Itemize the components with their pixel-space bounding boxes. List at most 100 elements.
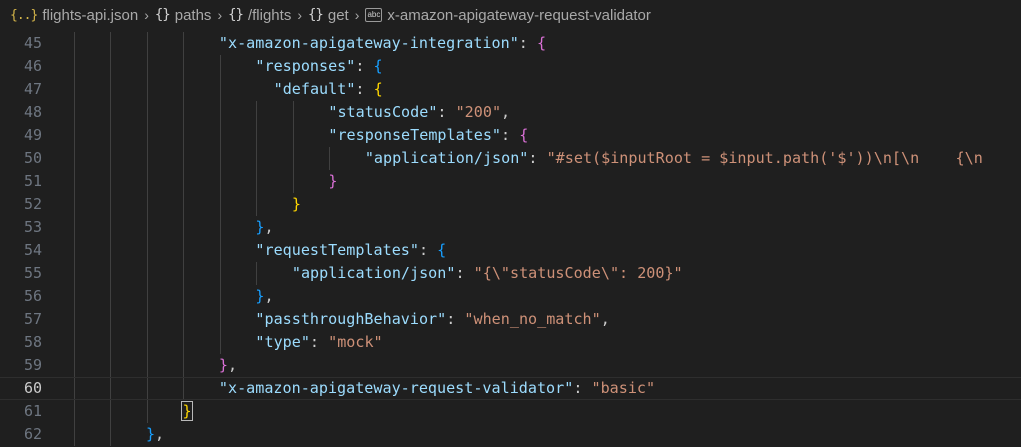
json-string: "200" (455, 103, 502, 121)
code-line[interactable]: 58 "type": "mock" (0, 331, 1021, 354)
line-number: 58 (23, 333, 42, 351)
punctuation: : (446, 310, 465, 328)
code-text: "responses": { (255, 55, 382, 78)
code-line[interactable]: 48 "statusCode": "200", (0, 101, 1021, 124)
punctuation: : (455, 264, 474, 282)
breadcrumb-item[interactable]: {..} flights-api.json (10, 7, 138, 24)
punctuation: : (309, 333, 329, 351)
json-key: "passthroughBehavior" (255, 310, 447, 328)
json-string: "mock" (328, 333, 383, 351)
punctuation: : (355, 80, 374, 98)
punctuation: , (501, 103, 511, 121)
breadcrumb-item[interactable]: {} get (308, 7, 349, 24)
code-line[interactable]: 49 "responseTemplates": { (0, 124, 1021, 147)
line-number: 45 (23, 34, 42, 52)
breadcrumb-item[interactable]: {}/flights (228, 7, 291, 24)
breadcrumb-item[interactable]: abc x-amazon-apigateway-request-validator (365, 6, 651, 24)
code-line[interactable]: 50 "application/json": "#set($inputRoot =… (0, 147, 1021, 170)
json-key: "default" (273, 80, 356, 98)
bracket: } (291, 195, 301, 213)
code-line[interactable]: 57 "passthroughBehavior": "when_no_match"… (0, 308, 1021, 331)
breadcrumb-separator-icon: › (144, 7, 149, 23)
breadcrumb-separator-icon: › (217, 7, 223, 23)
code-line[interactable]: 60 "x-amazon-apigateway-request-validator… (0, 377, 1021, 400)
code-line[interactable]: 52} (0, 193, 1021, 216)
code-line[interactable]: 54 "requestTemplates": { (0, 239, 1021, 262)
line-number: 47 (23, 80, 42, 98)
code-line[interactable]: 55 "application/json": "{\"statusCode\": … (0, 262, 1021, 285)
bracket: } (328, 172, 338, 190)
punctuation: , (155, 425, 165, 443)
code-text: }, (255, 216, 273, 239)
json-string: "#set($inputRoot = $input.path('$'))\n[\… (546, 149, 983, 167)
line-number: 48 (23, 103, 42, 121)
breadcrumb-item[interactable]: {} paths (155, 7, 212, 24)
code-text: } (181, 400, 193, 423)
json-string: "basic" (591, 379, 656, 397)
code-line[interactable]: 61} (0, 400, 1021, 423)
code-text: "requestTemplates": { (255, 239, 446, 262)
json-key: "requestTemplates" (255, 241, 419, 259)
line-number: 54 (23, 241, 42, 259)
code-text: "type": "mock" (255, 331, 382, 354)
code-text: "passthroughBehavior": "when_no_match", (255, 308, 609, 331)
bracket: { (437, 241, 447, 259)
breadcrumb-label: flights-api.json (42, 6, 139, 24)
json-string: "{\"statusCode\": 200}" (473, 264, 683, 282)
punctuation: , (600, 310, 610, 328)
string-icon: abc (365, 8, 383, 22)
line-number: 55 (23, 264, 42, 282)
bracket: { (536, 34, 547, 52)
line-number: 56 (23, 287, 42, 305)
json-string: "when_no_match" (464, 310, 601, 328)
json-key: "type" (255, 333, 310, 351)
bracket: } (218, 356, 228, 374)
code-line[interactable]: 62}, (0, 423, 1021, 446)
json-key: "statusCode" (328, 103, 438, 121)
code-text: }, (146, 423, 164, 446)
punctuation: : (501, 126, 520, 144)
code-line[interactable]: 45 "x-amazon-apigateway-integration": { (0, 32, 1021, 55)
bracket: } (145, 425, 156, 443)
breadcrumb-label: paths (174, 6, 212, 24)
code-line[interactable]: 51} (0, 170, 1021, 193)
code-text: "default": { (274, 78, 383, 101)
breadcrumb-label: x-amazon-apigateway-request-validator (387, 6, 651, 24)
code-editor[interactable]: 45 "x-amazon-apigateway-integration": {46… (0, 32, 1021, 447)
code-text: "application/json": "{\"statusCode\": 20… (292, 262, 683, 285)
breadcrumb-separator-icon: › (297, 7, 302, 23)
code-line[interactable]: 47 "default": { (0, 78, 1021, 101)
json-key: "responses" (255, 57, 356, 75)
json-key: "application/json" (364, 149, 529, 167)
code-line[interactable]: 46 "responses": { (0, 55, 1021, 78)
json-key: "x-amazon-apigateway-request-validator" (218, 379, 574, 397)
punctuation: : (518, 34, 537, 52)
code-line[interactable]: 59}, (0, 354, 1021, 377)
punctuation: : (437, 103, 456, 121)
code-text: } (328, 170, 337, 193)
code-text: "responseTemplates": { (328, 124, 528, 147)
bracket: { (373, 57, 383, 75)
punctuation: , (228, 356, 238, 374)
bracket: } (181, 401, 193, 421)
code-line[interactable]: 53}, (0, 216, 1021, 239)
punctuation: : (418, 241, 438, 259)
code-text: }, (219, 354, 237, 377)
json-key: "application/json" (291, 264, 456, 282)
line-number: 50 (23, 149, 42, 167)
punctuation: , (264, 218, 274, 236)
punctuation: : (573, 379, 592, 397)
object-icon: {} (308, 7, 324, 23)
code-text: "statusCode": "200", (328, 101, 510, 124)
code-line[interactable]: 56}, (0, 285, 1021, 308)
line-number: 59 (23, 356, 42, 374)
bracket: { (373, 80, 383, 98)
punctuation: , (264, 287, 274, 305)
code-text: "x-amazon-apigateway-integration": { (219, 32, 546, 55)
code-text: }, (255, 285, 273, 308)
breadcrumb-label: get (327, 6, 349, 24)
line-number: 46 (23, 57, 42, 75)
punctuation: : (528, 149, 547, 167)
code-text: } (292, 193, 301, 216)
object-icon: {} (228, 7, 244, 23)
